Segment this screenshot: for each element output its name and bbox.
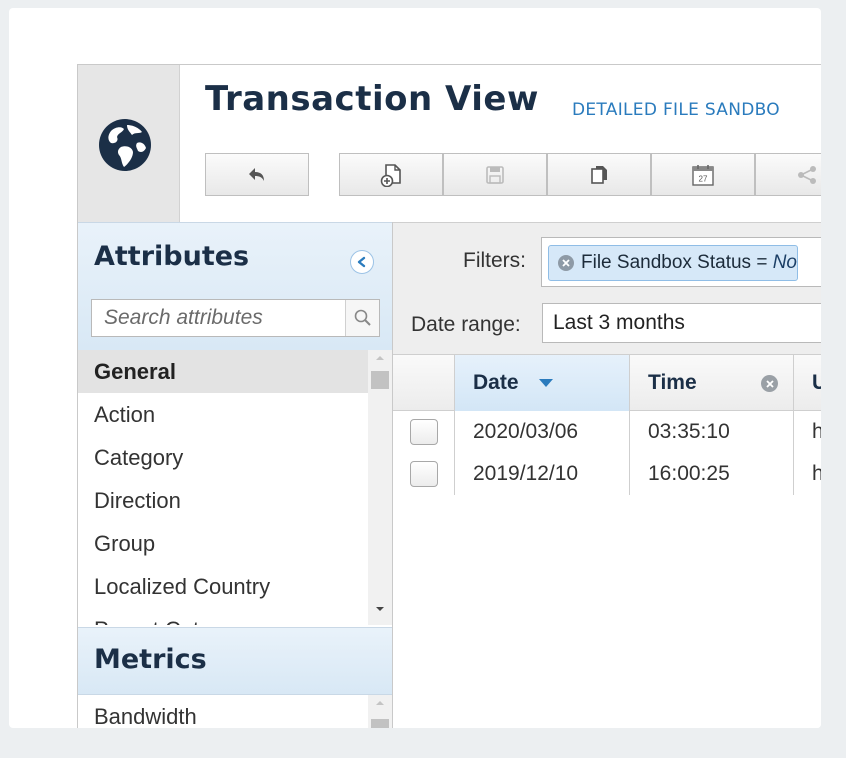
page-title: Transaction View (205, 79, 539, 119)
select-all-column[interactable] (393, 355, 455, 411)
scroll-up-arrow[interactable] (368, 695, 392, 711)
attribute-item-parent-category[interactable]: Parent Category (78, 608, 368, 625)
filters-label: Filters: (463, 249, 526, 272)
page-card: Transaction View DETAILED FILE SANDBO 27… (9, 8, 821, 728)
metrics-panel-header[interactable]: Metrics (78, 627, 392, 695)
logo-area (78, 65, 180, 222)
cell-url: ht (794, 453, 821, 495)
magnifier-icon (354, 309, 371, 326)
filter-box[interactable]: File Sandbox Status = No (541, 237, 821, 287)
row-select-cell (393, 453, 455, 495)
new-document-icon (380, 163, 401, 187)
save-button[interactable] (443, 153, 547, 196)
grid-header: Date Time UI (393, 355, 821, 411)
calendar-icon: 27 (692, 164, 714, 186)
save-icon (486, 165, 504, 184)
cell-date: 2019/12/10 (455, 453, 630, 495)
filter-chip[interactable]: File Sandbox Status = No (548, 245, 798, 281)
new-button[interactable] (339, 153, 443, 196)
remove-filter-icon[interactable] (558, 255, 574, 271)
share-button[interactable] (755, 153, 821, 196)
cell-time: 03:35:10 (630, 411, 794, 453)
collapse-sidebar-button[interactable] (350, 250, 374, 274)
attribute-item-action[interactable]: Action (78, 393, 368, 436)
copy-icon (591, 165, 607, 184)
metrics-title: Metrics (94, 644, 207, 675)
attribute-item-localized-country[interactable]: Localized Country (78, 565, 368, 608)
remove-column-icon[interactable] (761, 375, 778, 392)
chevron-left-icon (357, 256, 366, 268)
cell-time: 16:00:25 (630, 453, 794, 495)
copy-button[interactable] (547, 153, 651, 196)
filter-bar: Filters: File Sandbox Status = No Date r… (393, 222, 821, 355)
filter-chip-value: No (772, 252, 797, 273)
attribute-item-general[interactable]: General (78, 350, 368, 393)
attributes-panel-header: Attributes (78, 222, 392, 350)
table-row[interactable]: 2019/12/10 16:00:25 ht (393, 453, 821, 495)
header: Transaction View DETAILED FILE SANDBO 27 (78, 65, 821, 222)
caret-down-icon (376, 607, 384, 611)
column-label-time: Time (648, 371, 697, 394)
app-window: Transaction View DETAILED FILE SANDBO 27… (77, 64, 821, 728)
row-checkbox[interactable] (410, 461, 438, 487)
row-select-cell (393, 411, 455, 453)
attributes-sidebar: Attributes Genera (78, 222, 393, 728)
metric-list: Bandwidth (78, 695, 392, 728)
metric-item-bandwidth[interactable]: Bandwidth (78, 695, 368, 728)
attribute-item-group[interactable]: Group (78, 522, 368, 565)
schedule-button[interactable]: 27 (651, 153, 755, 196)
share-icon (798, 165, 816, 184)
attribute-search-field[interactable] (91, 299, 380, 337)
column-header-time[interactable]: Time (630, 355, 794, 411)
globe-icon (99, 119, 151, 171)
metric-list-scrollbar[interactable] (368, 695, 392, 728)
date-range-label: Date range: (411, 313, 521, 336)
search-icon[interactable] (345, 300, 379, 336)
report-subtitle: DETAILED FILE SANDBO (572, 100, 780, 120)
svg-text:27: 27 (699, 174, 708, 183)
attribute-search-input[interactable] (92, 300, 346, 336)
column-header-date[interactable]: Date (455, 355, 630, 411)
column-header-url[interactable]: UI (794, 355, 821, 411)
transactions-grid: Date Time UI (393, 355, 821, 728)
undo-arrow-icon (249, 167, 264, 181)
scroll-thumb[interactable] (371, 371, 389, 389)
caret-up-icon (376, 356, 384, 360)
attribute-list: General Action Category Direction Group … (78, 350, 392, 625)
sort-descending-icon (539, 379, 554, 388)
cell-date: 2020/03/06 (455, 411, 630, 453)
column-label-date: Date (473, 371, 519, 394)
filter-chip-field: File Sandbox Status = (581, 252, 773, 273)
caret-up-icon (376, 701, 384, 705)
scroll-down-arrow[interactable] (368, 601, 392, 617)
scroll-up-arrow[interactable] (368, 350, 392, 366)
attribute-item-direction[interactable]: Direction (78, 479, 368, 522)
attributes-title: Attributes (94, 241, 250, 272)
scroll-thumb[interactable] (371, 719, 389, 728)
table-row[interactable]: 2020/03/06 03:35:10 ht (393, 411, 821, 453)
row-checkbox[interactable] (410, 419, 438, 445)
cell-url: ht (794, 411, 821, 453)
back-button[interactable] (205, 153, 309, 196)
attribute-item-category[interactable]: Category (78, 436, 368, 479)
main-panel: Filters: File Sandbox Status = No Date r… (393, 222, 821, 728)
attribute-list-scrollbar[interactable] (368, 350, 392, 625)
date-range-select[interactable]: Last 3 months (542, 303, 821, 343)
